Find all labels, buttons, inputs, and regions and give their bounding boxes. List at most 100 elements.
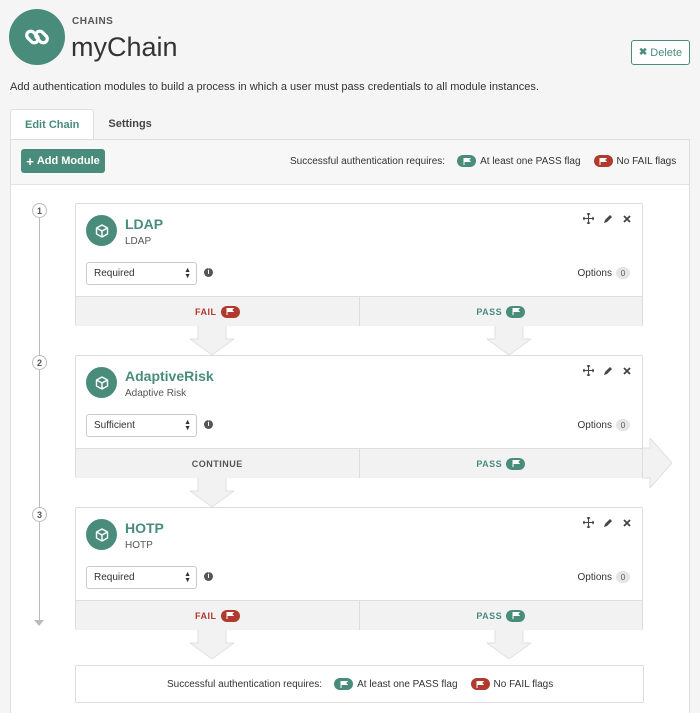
criteria-select[interactable]: Sufficient ▲ ▼	[86, 414, 197, 437]
pass-exit-arrow	[642, 438, 672, 488]
pass-flow-arrow	[487, 629, 531, 659]
options-count-badge: 0	[616, 267, 630, 279]
tab-edit-chain[interactable]: Edit Chain	[10, 109, 95, 140]
module-subtitle: LDAP	[125, 236, 152, 247]
fail-flag-icon	[593, 155, 613, 167]
close-icon: ✖	[638, 47, 648, 58]
pass-flag-icon	[334, 678, 354, 690]
fail-flag-icon[interactable]	[220, 609, 240, 622]
outcome-label: PASS	[476, 458, 503, 469]
outcome-fail: FAIL	[76, 297, 360, 326]
pass-flow-arrow	[487, 325, 531, 355]
cube-icon	[86, 519, 117, 550]
auth-summary: Successful authentication requires: At l…	[167, 678, 553, 690]
select-caret-icon: ▲ ▼	[184, 571, 191, 584]
requirements-label: Successful authentication requires:	[167, 678, 323, 690]
page-title: myChain	[71, 32, 178, 62]
options-link[interactable]: Options 0	[578, 267, 630, 279]
module-subtitle: Adaptive Risk	[125, 388, 187, 399]
outcome-label: FAIL	[195, 306, 217, 317]
step-number: 2	[32, 355, 47, 370]
fail-flag-text: No FAIL flags	[616, 155, 677, 167]
module-outcomes: FAIL PASS	[76, 600, 642, 630]
step-number: 3	[32, 507, 47, 522]
fail-flag-text: No FAIL flags	[493, 678, 554, 690]
cube-icon	[86, 215, 117, 246]
outcome-fail: FAIL	[76, 601, 360, 630]
pencil-icon[interactable]	[602, 517, 613, 528]
criteria-value: Required	[94, 268, 135, 279]
select-caret-icon: ▲ ▼	[184, 419, 191, 432]
outcome-pass: PASS	[360, 601, 643, 630]
outcome-label: PASS	[476, 610, 503, 621]
fail-flag-icon[interactable]	[220, 305, 240, 318]
outcome-label: CONTINUE	[191, 458, 243, 469]
pass-flag-icon[interactable]	[506, 305, 526, 318]
requirements-label: Successful authentication requires:	[290, 155, 446, 167]
select-caret-icon: ▲ ▼	[184, 267, 191, 280]
move-icon[interactable]	[583, 517, 594, 528]
options-label: Options	[577, 419, 612, 431]
pass-flag-text: At least one PASS flag	[480, 155, 581, 167]
info-icon[interactable]: i	[204, 420, 213, 429]
pencil-icon[interactable]	[602, 365, 613, 376]
cube-icon	[86, 367, 117, 398]
close-icon[interactable]	[621, 213, 632, 224]
module-actions	[583, 517, 632, 528]
add-module-button[interactable]: + Add Module	[21, 149, 105, 173]
module-card: HOTP HOTP Required ▲ ▼ i Options 0 FAIL P…	[75, 507, 643, 630]
outcome-pass: PASS	[360, 449, 643, 478]
delete-button[interactable]: ✖ Delete	[631, 40, 690, 65]
criteria-value: Sufficient	[94, 420, 135, 431]
page-description: Add authentication modules to build a pr…	[10, 81, 539, 93]
options-link[interactable]: Options 0	[578, 571, 630, 583]
module-title[interactable]: HOTP	[125, 520, 164, 536]
module-card: LDAP LDAP Required ▲ ▼ i Options 0 FAIL P…	[75, 203, 643, 326]
fail-flow-arrow	[190, 325, 234, 355]
options-label: Options	[577, 267, 612, 279]
tab-bar: Edit Chain Settings	[10, 109, 166, 140]
criteria-value: Required	[94, 572, 135, 583]
timeline-end-arrow	[34, 620, 44, 626]
move-icon[interactable]	[583, 365, 594, 376]
chain-link-icon	[9, 9, 65, 65]
fail-flow-arrow	[190, 629, 234, 659]
module-title[interactable]: LDAP	[125, 216, 163, 232]
tab-settings[interactable]: Settings	[94, 109, 165, 139]
outcome-pass: PASS	[360, 297, 643, 326]
outcome-label: FAIL	[195, 610, 217, 621]
timeline-line	[39, 217, 40, 621]
section-eyebrow: CHAINS	[72, 16, 114, 27]
options-label: Options	[577, 571, 612, 583]
criteria-select[interactable]: Required ▲ ▼	[86, 566, 197, 589]
auth-requirements: Successful authentication requires: At l…	[290, 155, 676, 167]
criteria-select[interactable]: Required ▲ ▼	[86, 262, 197, 285]
options-count-badge: 0	[616, 571, 630, 583]
module-card: AdaptiveRisk Adaptive Risk Sufficient ▲ ▼…	[75, 355, 643, 478]
module-outcomes: CONTINUE PASS	[76, 448, 642, 478]
pencil-icon[interactable]	[602, 213, 613, 224]
step-number: 1	[32, 203, 47, 218]
plus-icon: +	[26, 153, 34, 169]
info-icon[interactable]: i	[204, 268, 213, 277]
pass-flag-icon	[457, 155, 477, 167]
module-subtitle: HOTP	[125, 540, 153, 551]
pass-flag-icon[interactable]	[506, 609, 526, 622]
move-icon[interactable]	[583, 213, 594, 224]
close-icon[interactable]	[621, 517, 632, 528]
module-actions	[583, 213, 632, 224]
info-icon[interactable]: i	[204, 572, 213, 581]
continue-flow-arrow	[190, 477, 234, 507]
pass-flag-text: At least one PASS flag	[357, 678, 458, 690]
module-actions	[583, 365, 632, 376]
outcome-continue: CONTINUE	[76, 449, 360, 478]
outcome-label: PASS	[476, 306, 503, 317]
delete-button-label: Delete	[650, 46, 683, 59]
pass-flag-icon[interactable]	[506, 457, 526, 470]
options-link[interactable]: Options 0	[578, 419, 630, 431]
module-outcomes: FAIL PASS	[76, 296, 642, 326]
fail-flag-icon	[470, 678, 490, 690]
module-title[interactable]: AdaptiveRisk	[125, 368, 214, 384]
options-count-badge: 0	[616, 419, 630, 431]
close-icon[interactable]	[621, 365, 632, 376]
